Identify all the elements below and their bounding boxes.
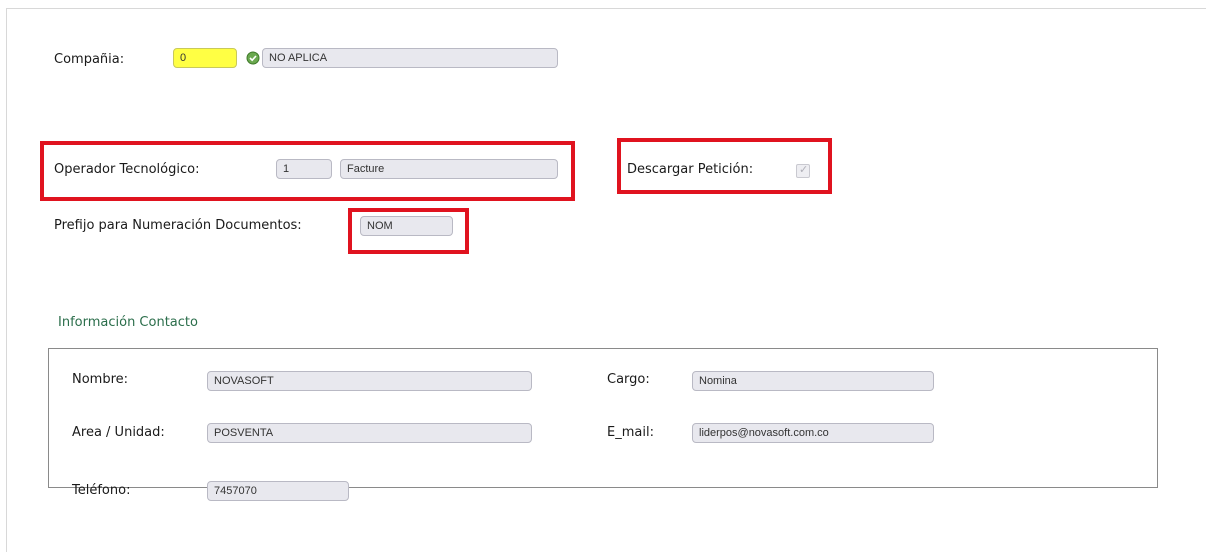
company-code-input[interactable]: 0 xyxy=(173,48,237,68)
checkmark-icon: ✓ xyxy=(799,163,809,176)
prefix-label: Prefijo para Numeración Documentos: xyxy=(54,218,302,233)
contact-email-label: E_mail: xyxy=(607,425,654,440)
green-status-icon[interactable] xyxy=(246,50,260,65)
contact-name-label: Nombre: xyxy=(72,372,129,387)
operator-code-input[interactable]: 1 xyxy=(276,159,332,179)
contact-email-input[interactable]: liderpos@novasoft.com.co xyxy=(692,423,934,443)
download-request-checkbox[interactable]: ✓ xyxy=(796,163,810,178)
contact-phone-label: Teléfono: xyxy=(72,483,131,498)
company-label: Compañia: xyxy=(54,52,125,67)
contact-section-title: Información Contacto xyxy=(58,315,198,330)
contact-position-input[interactable]: Nomina xyxy=(692,371,934,391)
contact-name-input[interactable]: NOVASOFT xyxy=(207,371,532,391)
download-request-label: Descargar Petición: xyxy=(627,162,754,177)
contact-position-label: Cargo: xyxy=(607,372,650,387)
contact-area-input[interactable]: POSVENTA xyxy=(207,423,532,443)
contact-panel xyxy=(48,348,1158,488)
contact-phone-input[interactable]: 7457070 xyxy=(207,481,349,501)
operator-label: Operador Tecnológico: xyxy=(54,162,200,177)
operator-name-field: Facture xyxy=(340,159,558,179)
prefix-input[interactable]: NOM xyxy=(360,216,453,236)
company-name-field: NO APLICA xyxy=(262,48,558,68)
contact-area-label: Area / Unidad: xyxy=(72,425,165,440)
